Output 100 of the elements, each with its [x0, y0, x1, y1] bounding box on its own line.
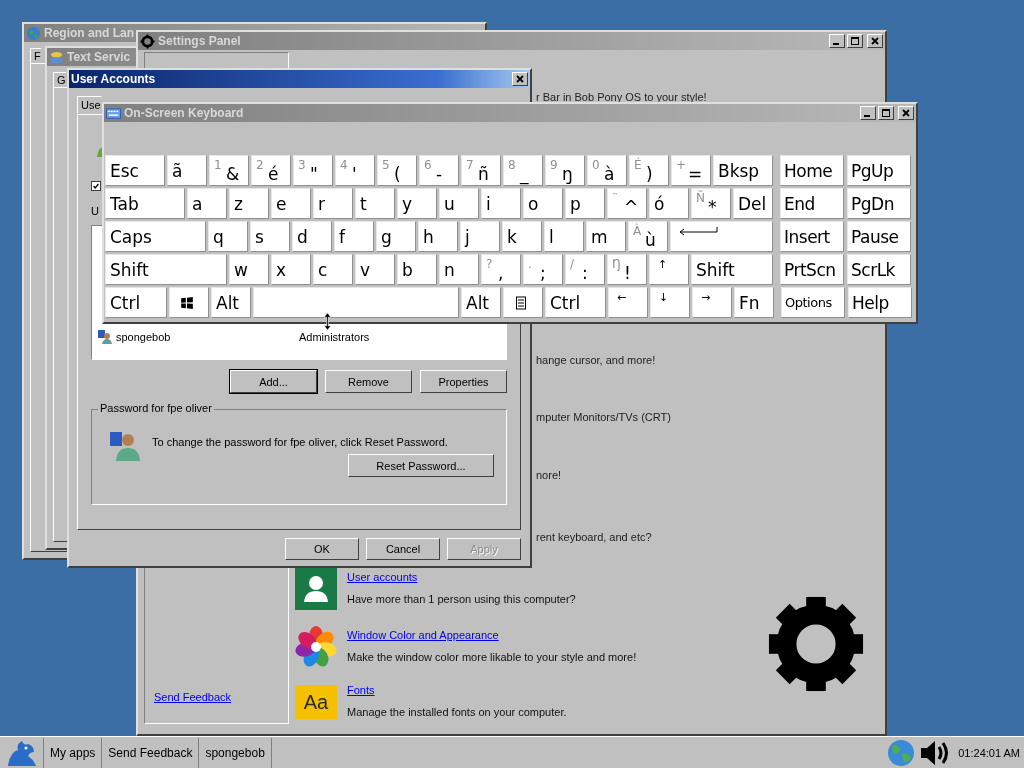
keyboard-key[interactable]: d: [292, 221, 332, 252]
keyboard-key[interactable]: r: [313, 188, 353, 219]
keyboard-key[interactable]: i: [481, 188, 521, 219]
send-feedback-link[interactable]: Send Feedback: [154, 691, 232, 703]
keyboard-key[interactable]: 1 &: [209, 155, 249, 186]
keyboard-key[interactable]: f: [334, 221, 374, 252]
keyboard-key[interactable]: Insert: [780, 221, 844, 252]
keyboard-key[interactable]: k: [502, 221, 542, 252]
keyboard-key[interactable]: É ): [629, 155, 669, 186]
dialog-button[interactable]: Remove: [325, 370, 412, 393]
description-text: nore!: [536, 468, 562, 482]
keyboard-key[interactable]: →: [692, 287, 732, 318]
keyboard-key[interactable]: Ctrl: [105, 287, 167, 318]
resize-cursor-icon: [323, 312, 332, 331]
keyboard-key[interactable]: Options: [781, 287, 845, 318]
close-button[interactable]: [512, 72, 528, 86]
keyboard-key[interactable]: 9 ŋ: [545, 155, 585, 186]
window-title: User Accounts: [71, 72, 156, 86]
keyboard-key[interactable]: Esc: [105, 155, 165, 186]
keyboard-key[interactable]: n: [439, 254, 479, 285]
keyboard-key[interactable]: Home: [780, 155, 844, 186]
keyboard-key[interactable]: [169, 287, 209, 318]
keyboard-key[interactable]: ¨ ^: [607, 188, 647, 219]
keyboard-key[interactable]: g: [376, 221, 416, 252]
keyboard-key[interactable]: Ctrl: [545, 287, 606, 318]
keyboard-key[interactable]: b: [397, 254, 437, 285]
keyboard-key[interactable]: ←: [608, 287, 648, 318]
keyboard-key[interactable]: l: [544, 221, 584, 252]
keyboard-key[interactable]: End: [780, 188, 844, 219]
keyboard-key[interactable]: p: [565, 188, 605, 219]
user-group: Administrators: [299, 331, 370, 343]
keyboard-key[interactable]: a: [187, 188, 227, 219]
settings-link[interactable]: Fonts: [347, 684, 375, 696]
keyboard-key[interactable]: o: [523, 188, 563, 219]
keyboard-key[interactable]: w: [229, 254, 269, 285]
keyboard-key[interactable]: / :: [565, 254, 605, 285]
keyboard-key[interactable]: À ù: [628, 221, 668, 252]
keyboard-key[interactable]: c: [313, 254, 353, 285]
keyboard-key[interactable]: Shift: [691, 254, 773, 285]
keyboard-key[interactable]: 3 ": [293, 155, 333, 186]
reset-password-button[interactable]: Reset Password...: [348, 454, 494, 477]
group-title: Password for fpe oliver: [98, 402, 214, 414]
settings-link[interactable]: Window Color and Appearance: [347, 629, 499, 641]
keyboard-key[interactable]: ? ,: [481, 254, 521, 285]
keyboard-key[interactable]: 0 à: [587, 155, 627, 186]
settings-link[interactable]: User accounts: [347, 571, 418, 583]
keyboard-key[interactable]: 8 _: [503, 155, 543, 186]
tab[interactable]: Use: [77, 96, 102, 114]
close-icon: [870, 36, 880, 46]
keyboard-key[interactable]: t: [355, 188, 395, 219]
dialog-button[interactable]: Cancel: [366, 538, 440, 560]
dialog-button[interactable]: Add...: [230, 370, 317, 393]
keyboard-key[interactable]: PrtScn: [780, 254, 844, 285]
keyboard-key[interactable]: 5 (: [377, 155, 417, 186]
keyboard-key[interactable]: Alt: [211, 287, 251, 318]
keyboard-key[interactable]: 2 é: [251, 155, 291, 186]
keyboard-key[interactable]: Del: [733, 188, 773, 219]
tab[interactable]: F: [30, 48, 41, 63]
keyboard-key[interactable]: ã: [167, 155, 207, 186]
gear-icon: [140, 33, 155, 49]
keyboard-key[interactable]: x: [271, 254, 311, 285]
keyboard-key[interactable]: v: [355, 254, 395, 285]
keyboard-key[interactable]: q: [208, 221, 248, 252]
keyboard-key[interactable]: Pause: [847, 221, 911, 252]
keyboard-key[interactable]: Shift: [105, 254, 227, 285]
keyboard-key[interactable]: Help: [848, 287, 912, 318]
keyboard-key[interactable]: 7 ñ: [461, 155, 501, 186]
user-name[interactable]: spongebob: [116, 331, 299, 343]
keyboard-key[interactable]: s: [250, 221, 290, 252]
keyboard-key[interactable]: PgUp: [847, 155, 911, 186]
keyboard-key[interactable]: . ;: [523, 254, 563, 285]
keyboard-key[interactable]: ↑: [649, 254, 689, 285]
keyboard-key[interactable]: Fn: [734, 287, 774, 318]
keyboard-key[interactable]: h: [418, 221, 458, 252]
keyboard-key[interactable]: z: [229, 188, 269, 219]
menu-icon: [514, 295, 528, 310]
keyboard-key[interactable]: ScrLk: [847, 254, 911, 285]
keyboard-key[interactable]: e: [271, 188, 311, 219]
keyboard-key[interactable]: Bksp: [713, 155, 773, 186]
dialog-button[interactable]: Properties: [420, 370, 507, 393]
keyboard-key[interactable]: u: [439, 188, 479, 219]
clock: 01:24:01 AM: [958, 746, 1020, 759]
keyboard-key[interactable]: j: [460, 221, 500, 252]
fonts-icon: Aa: [295, 685, 337, 719]
keyboard-key[interactable]: ó: [649, 188, 689, 219]
checkbox[interactable]: [91, 181, 101, 191]
keyboard-key[interactable]: m: [586, 221, 626, 252]
keyboard-key[interactable]: PgDn: [847, 188, 911, 219]
keyboard-key[interactable]: Tab: [105, 188, 185, 219]
keyboard-key[interactable]: y: [397, 188, 437, 219]
keyboard-key[interactable]: +=: [671, 155, 711, 186]
tab[interactable]: G: [53, 72, 66, 87]
keyboard-key[interactable]: 4 ': [335, 155, 375, 186]
keyboard-key[interactable]: Alt: [461, 287, 501, 318]
keyboard-key[interactable]: ↓: [650, 287, 690, 318]
minimize-icon: [833, 43, 839, 45]
globe-icon: [26, 25, 41, 41]
keyboard-key[interactable]: 6 -: [419, 155, 459, 186]
dialog-button[interactable]: OK: [285, 538, 359, 560]
keyboard-key[interactable]: Caps: [105, 221, 206, 252]
